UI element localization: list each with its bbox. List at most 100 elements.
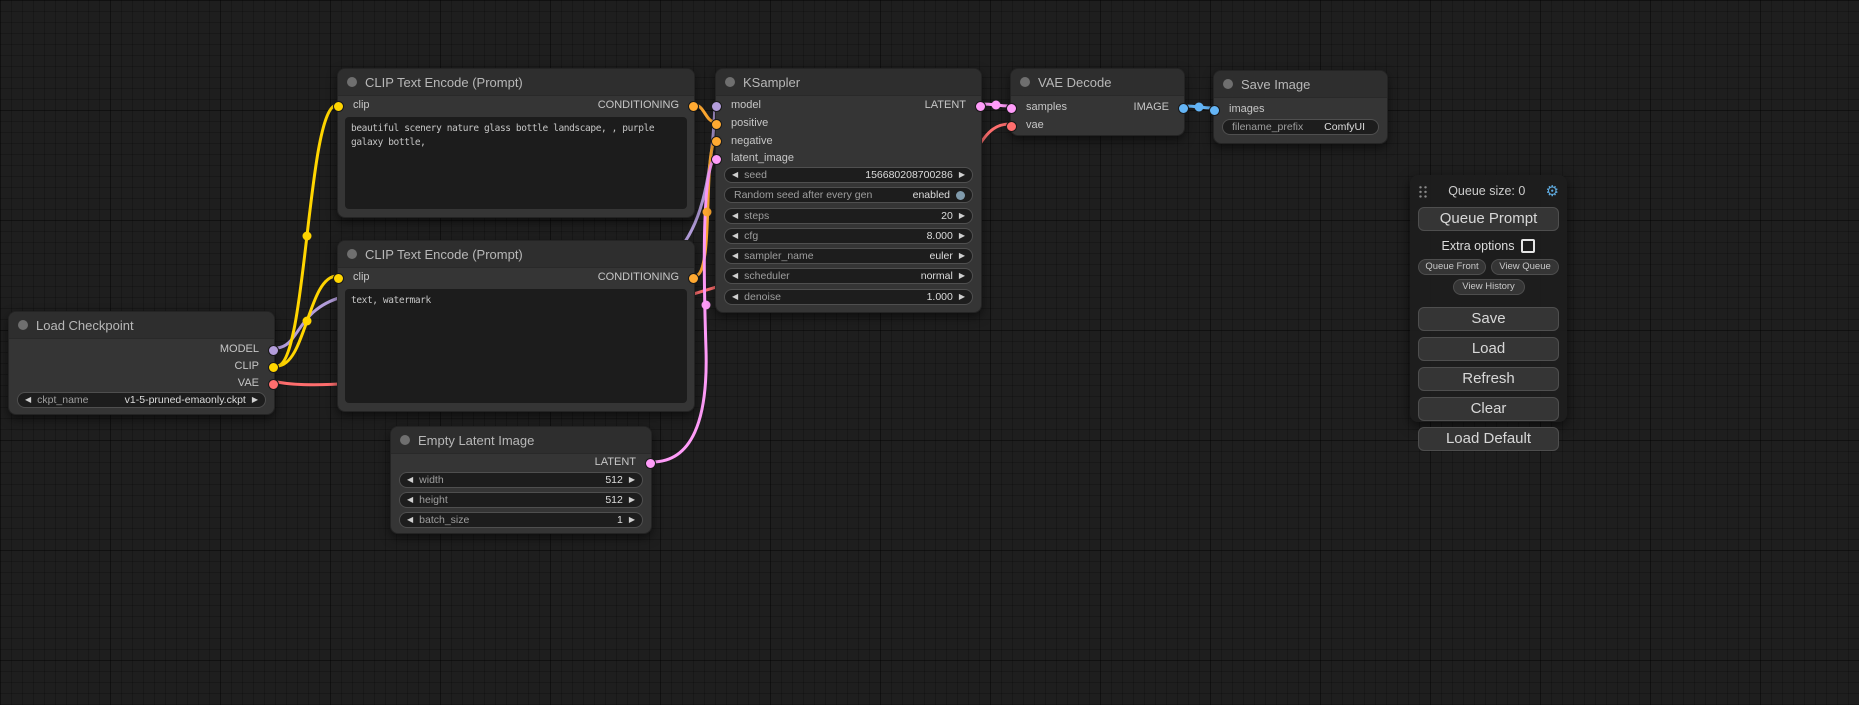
refresh-button[interactable]: Refresh [1418, 367, 1559, 391]
node-title: VAE Decode [1038, 75, 1111, 90]
decrement-arrow-icon[interactable]: ◀ [407, 512, 413, 528]
queue-prompt-button[interactable]: Queue Prompt [1418, 207, 1559, 231]
toggle-indicator-icon[interactable] [956, 191, 965, 200]
node-titlebar[interactable]: KSampler [716, 69, 981, 96]
node-load-checkpoint[interactable]: Load Checkpoint MODEL CLIP VAE ◀ ckpt_na… [8, 311, 275, 415]
increment-arrow-icon[interactable]: ▶ [959, 248, 965, 264]
decrement-arrow-icon[interactable]: ◀ [407, 472, 413, 488]
collapse-dot-icon[interactable] [18, 320, 28, 330]
node-clip-text-encode-positive[interactable]: CLIP Text Encode (Prompt) clip CONDITION… [337, 68, 695, 218]
scheduler-widget[interactable]: ◀ scheduler normal ▶ [724, 268, 973, 284]
drag-handle-icon[interactable] [1418, 184, 1428, 198]
clip-output-slot[interactable] [268, 362, 279, 373]
collapse-dot-icon[interactable] [347, 77, 357, 87]
decrement-arrow-icon[interactable]: ◀ [407, 492, 413, 508]
node-graph-canvas[interactable]: Load Checkpoint MODEL CLIP VAE ◀ ckpt_na… [0, 0, 1859, 705]
sampler-name-widget[interactable]: ◀ sampler_name euler ▶ [724, 248, 973, 264]
filename-prefix-widget[interactable]: filename_prefix ComfyUI [1222, 119, 1379, 135]
batch-size-widget[interactable]: ◀ batch_size 1 ▶ [399, 512, 643, 528]
collapse-dot-icon[interactable] [347, 249, 357, 259]
wire-midpoint-dot [703, 208, 712, 217]
node-title: Empty Latent Image [418, 433, 534, 448]
increment-arrow-icon[interactable]: ▶ [629, 492, 635, 508]
node-save-image[interactable]: Save Image images filename_prefix ComfyU… [1213, 70, 1388, 144]
collapse-dot-icon[interactable] [1223, 79, 1233, 89]
decrement-arrow-icon[interactable]: ◀ [732, 208, 738, 224]
model-input-slot[interactable] [711, 101, 722, 112]
node-titlebar[interactable]: CLIP Text Encode (Prompt) [338, 241, 694, 268]
latent-image-input-slot[interactable] [711, 154, 722, 165]
latent-output-slot[interactable] [645, 458, 656, 469]
samples-input-slot[interactable] [1006, 103, 1017, 114]
save-button[interactable]: Save [1418, 307, 1559, 331]
clear-button[interactable]: Clear [1418, 397, 1559, 421]
node-ksampler[interactable]: KSampler model positive negative latent_… [715, 68, 982, 313]
widget-value: euler [929, 250, 952, 262]
load-default-button[interactable]: Load Default [1418, 427, 1559, 451]
node-title: Load Checkpoint [36, 318, 134, 333]
cfg-widget[interactable]: ◀ cfg 8.000 ▶ [724, 228, 973, 244]
decrement-arrow-icon[interactable]: ◀ [732, 289, 738, 305]
negative-input-slot[interactable] [711, 136, 722, 147]
collapse-dot-icon[interactable] [400, 435, 410, 445]
node-titlebar[interactable]: Save Image [1214, 71, 1387, 98]
increment-arrow-icon[interactable]: ▶ [959, 167, 965, 183]
conditioning-output-slot[interactable] [688, 273, 699, 284]
view-history-button[interactable]: View History [1453, 279, 1525, 295]
output-label-image: IMAGE [1134, 99, 1169, 115]
clip-input-slot[interactable] [333, 273, 344, 284]
vae-input-slot[interactable] [1006, 121, 1017, 132]
increment-arrow-icon[interactable]: ▶ [629, 472, 635, 488]
height-widget[interactable]: ◀ height 512 ▶ [399, 492, 643, 508]
extra-options-checkbox[interactable] [1521, 239, 1535, 253]
widget-value: v1-5-pruned-emaonly.ckpt [125, 394, 246, 406]
conditioning-output-slot[interactable] [688, 101, 699, 112]
increment-arrow-icon[interactable]: ▶ [629, 512, 635, 528]
decrement-arrow-icon[interactable]: ◀ [732, 228, 738, 244]
output-label-latent: LATENT [595, 454, 636, 470]
view-queue-button[interactable]: View Queue [1491, 259, 1559, 275]
steps-widget[interactable]: ◀ steps 20 ▶ [724, 208, 973, 224]
ckpt-name-widget[interactable]: ◀ ckpt_name v1-5-pruned-emaonly.ckpt ▶ [17, 392, 266, 408]
increment-arrow-icon[interactable]: ▶ [959, 268, 965, 284]
settings-gear-icon[interactable]: ⚙ [1546, 184, 1559, 199]
decrement-arrow-icon[interactable]: ◀ [732, 167, 738, 183]
prompt-textarea[interactable]: beautiful scenery nature glass bottle la… [345, 117, 687, 209]
decrement-arrow-icon[interactable]: ◀ [25, 392, 31, 408]
input-label-negative: negative [731, 133, 773, 149]
decrement-arrow-icon[interactable]: ◀ [732, 248, 738, 264]
prompt-textarea[interactable]: text, watermark [345, 289, 687, 403]
width-widget[interactable]: ◀ width 512 ▶ [399, 472, 643, 488]
decrement-arrow-icon[interactable]: ◀ [732, 268, 738, 284]
random-seed-toggle-widget[interactable]: Random seed after every gen enabled [724, 187, 973, 203]
input-label-vae: vae [1026, 117, 1044, 133]
node-titlebar[interactable]: CLIP Text Encode (Prompt) [338, 69, 694, 96]
node-titlebar[interactable]: Empty Latent Image [391, 427, 651, 454]
increment-arrow-icon[interactable]: ▶ [959, 208, 965, 224]
positive-input-slot[interactable] [711, 119, 722, 130]
increment-arrow-icon[interactable]: ▶ [252, 392, 258, 408]
image-output-slot[interactable] [1178, 103, 1189, 114]
node-titlebar[interactable]: Load Checkpoint [9, 312, 274, 339]
collapse-dot-icon[interactable] [725, 77, 735, 87]
model-output-slot[interactable] [268, 345, 279, 356]
load-button[interactable]: Load [1418, 337, 1559, 361]
increment-arrow-icon[interactable]: ▶ [959, 228, 965, 244]
node-clip-text-encode-negative[interactable]: CLIP Text Encode (Prompt) clip CONDITION… [337, 240, 695, 412]
latent-output-slot[interactable] [975, 101, 986, 112]
vae-output-slot[interactable] [268, 379, 279, 390]
comfy-menu-panel[interactable]: Queue size: 0 ⚙ Queue Prompt Extra optio… [1410, 175, 1567, 422]
widget-value: normal [921, 270, 953, 282]
output-label-conditioning: CONDITIONING [598, 97, 679, 113]
denoise-widget[interactable]: ◀ denoise 1.000 ▶ [724, 289, 973, 305]
seed-widget[interactable]: ◀ seed 156680208700286 ▶ [724, 167, 973, 183]
collapse-dot-icon[interactable] [1020, 77, 1030, 87]
node-empty-latent-image[interactable]: Empty Latent Image LATENT ◀ width 512 ▶ … [390, 426, 652, 534]
queue-front-button[interactable]: Queue Front [1418, 259, 1486, 275]
node-vae-decode[interactable]: VAE Decode samples vae IMAGE [1010, 68, 1185, 136]
widget-label: sampler_name [744, 250, 813, 262]
node-titlebar[interactable]: VAE Decode [1011, 69, 1184, 96]
increment-arrow-icon[interactable]: ▶ [959, 289, 965, 305]
images-input-slot[interactable] [1209, 105, 1220, 116]
clip-input-slot[interactable] [333, 101, 344, 112]
